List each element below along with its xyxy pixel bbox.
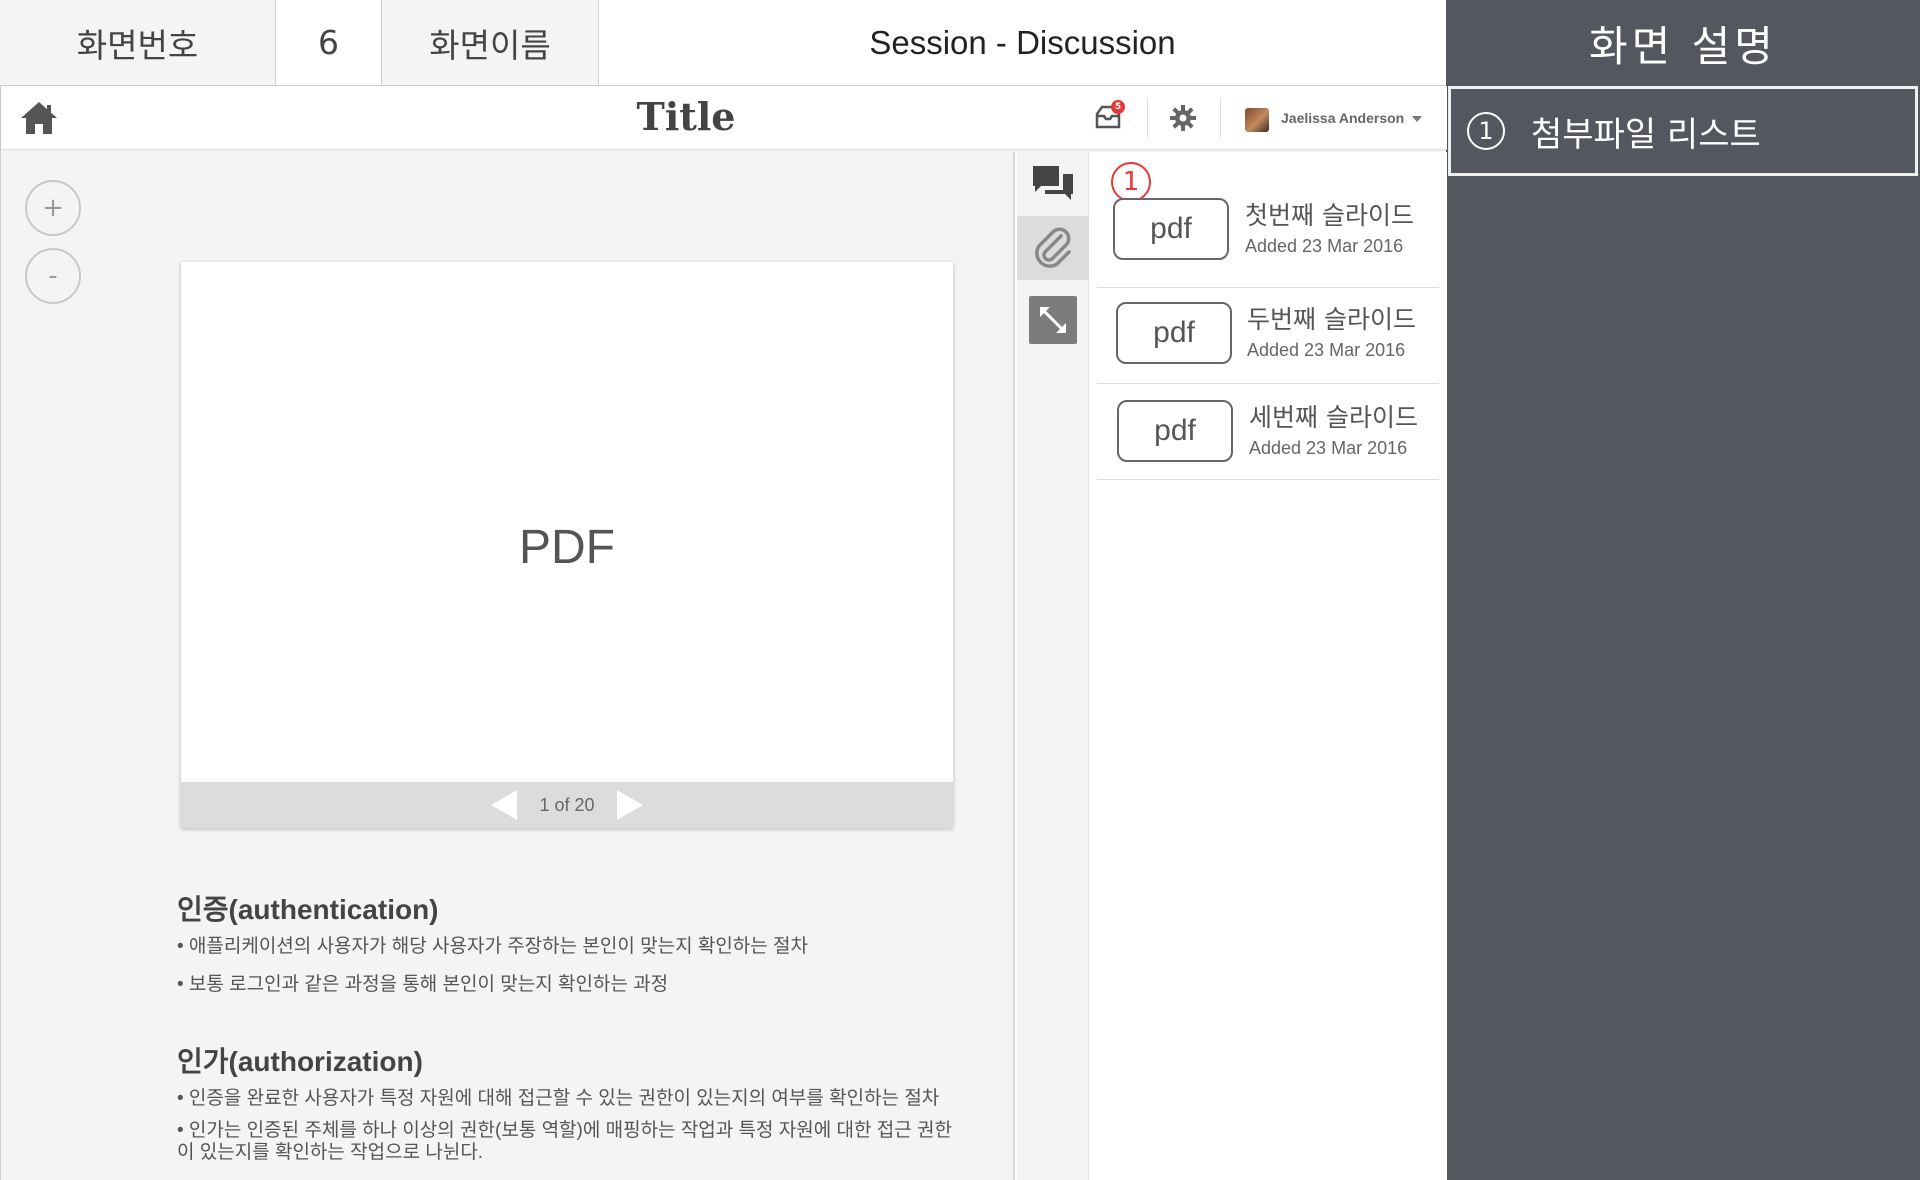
list-item[interactable]: pdf 첫번째 슬라이드 Added 23 Mar 2016 (1097, 192, 1439, 288)
note-section: 인증(authentication) • 애플리케이션의 사용자가 해당 사용자… (177, 888, 957, 996)
gear-icon[interactable] (1169, 104, 1197, 132)
side-toolbar (1017, 152, 1089, 1180)
paperclip-icon (1035, 227, 1071, 268)
slide-notes: 인증(authentication) • 애플리케이션의 사용자가 해당 사용자… (177, 888, 957, 1164)
divider (1220, 98, 1221, 138)
screen-number-label: 화면번호 (0, 0, 276, 85)
file-name: 첫번째 슬라이드 (1245, 201, 1414, 230)
main-content: + - PDF 1 of 20 인증(authentication) • 애플리… (1, 152, 1015, 1180)
screen-name: Session - Discussion (599, 0, 1446, 85)
prev-page-icon[interactable] (491, 790, 518, 820)
screen-number: 6 (276, 0, 382, 85)
expand-icon (1040, 307, 1066, 333)
app-frame: Title 5 Jaelissa Anderson + - PDF 1 of 2… (0, 86, 1447, 1180)
zoom-in-button[interactable]: + (25, 180, 81, 236)
note-line: • 인증을 완료한 사용자가 특정 자원에 대해 접근할 수 있는 권한이 있는… (177, 1088, 940, 1109)
description-marker: 1 (1467, 112, 1505, 150)
avatar[interactable] (1245, 108, 1269, 132)
divider (1147, 98, 1148, 138)
note-heading: 인증(authentication) (177, 894, 439, 925)
zoom-out-button[interactable]: - (25, 248, 81, 304)
attachment-list: 1 pdf 첫번째 슬라이드 Added 23 Mar 2016 pdf 두번째… (1089, 152, 1447, 1180)
discussion-tab[interactable] (1017, 152, 1089, 216)
pdf-placeholder: PDF (519, 521, 615, 574)
file-name: 세번째 슬라이드 (1249, 403, 1418, 432)
page-navigation: 1 of 20 (181, 782, 953, 828)
chevron-down-icon[interactable] (1412, 116, 1422, 122)
note-section: 인가(authorization) • 인증을 완료한 사용자가 특정 자원에 … (177, 1040, 957, 1164)
notification-badge: 5 (1111, 100, 1125, 114)
top-bar: Title 5 Jaelissa Anderson (1, 86, 1447, 150)
pdf-viewer[interactable]: PDF 1 of 20 (181, 262, 953, 828)
screen-name-label: 화면이름 (382, 0, 599, 85)
list-item[interactable]: pdf 세번째 슬라이드 Added 23 Mar 2016 (1097, 384, 1439, 480)
note-line: • 인가는 인증된 주체를 하나 이상의 권한(보통 역할)에 매핑하는 작업과… (177, 1120, 952, 1163)
page-title: Title (636, 94, 736, 139)
pdf-file-button[interactable]: pdf (1116, 302, 1232, 364)
next-page-icon[interactable] (616, 790, 643, 820)
chat-icon (1033, 166, 1073, 200)
file-date: Added 23 Mar 2016 (1245, 236, 1404, 256)
attachments-tab[interactable] (1017, 216, 1089, 280)
pdf-file-button[interactable]: pdf (1117, 400, 1233, 462)
file-date: Added 23 Mar 2016 (1249, 438, 1408, 458)
expand-button[interactable] (1029, 296, 1077, 344)
pdf-file-button[interactable]: pdf (1113, 198, 1229, 260)
note-line: • 애플리케이션의 사용자가 해당 사용자가 주장하는 본인이 맞는지 확인하는… (177, 936, 809, 957)
description-text: 첨부파일 리스트 (1531, 114, 1761, 155)
description-panel: 화면 설명 1 첨부파일 리스트 (1446, 0, 1920, 1180)
description-item: 1 첨부파일 리스트 (1448, 86, 1918, 176)
storyboard-header: 화면번호 6 화면이름 Session - Discussion (0, 0, 1446, 86)
note-line: • 보통 로그인과 같은 과정을 통해 본인이 맞는지 확인하는 과정 (177, 974, 669, 995)
page-indicator: 1 of 20 (539, 794, 595, 815)
file-date: Added 23 Mar 2016 (1247, 340, 1406, 360)
note-heading: 인가(authorization) (177, 1046, 423, 1077)
description-title: 화면 설명 (1589, 21, 1777, 71)
user-name[interactable]: Jaelissa Anderson (1281, 110, 1404, 126)
list-item[interactable]: pdf 두번째 슬라이드 Added 23 Mar 2016 (1097, 288, 1439, 384)
file-name: 두번째 슬라이드 (1247, 305, 1416, 334)
